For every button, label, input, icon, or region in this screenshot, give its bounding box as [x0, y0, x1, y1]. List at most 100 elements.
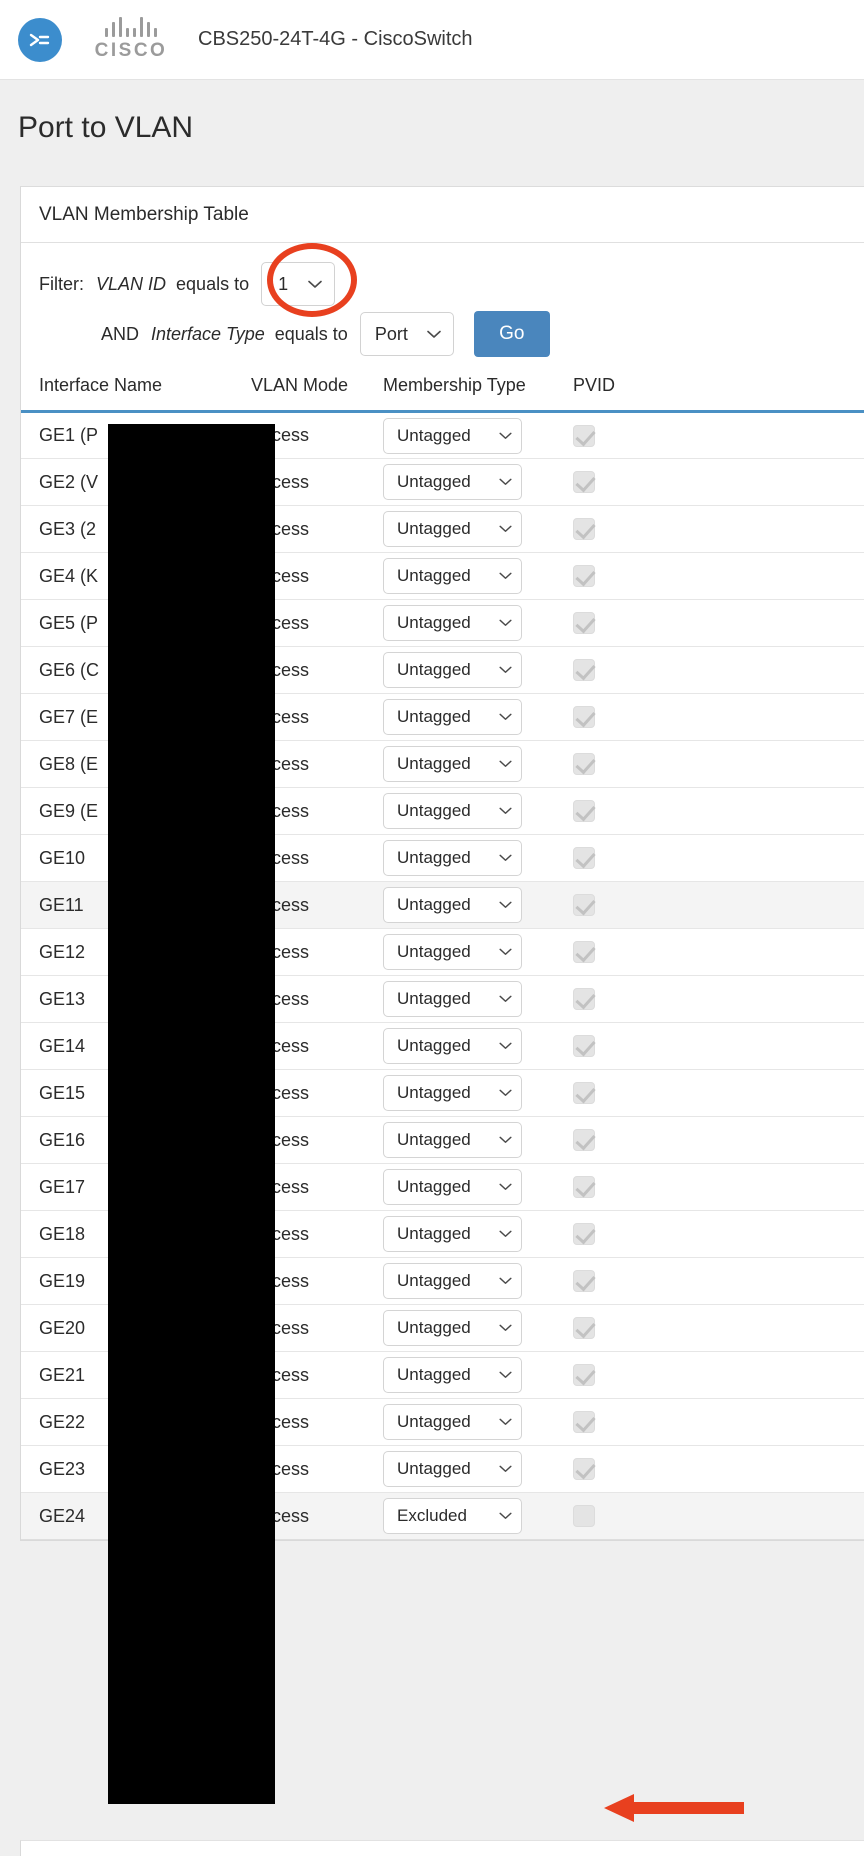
chevron-down-icon: [499, 525, 512, 533]
membership-type-select[interactable]: Untagged: [383, 887, 522, 923]
pvid-checkbox[interactable]: [573, 518, 595, 541]
cell-pvid: [573, 1351, 693, 1399]
cell-pvid: [573, 411, 693, 459]
cell-pvid: [573, 881, 693, 929]
membership-type-select[interactable]: Excluded: [383, 1498, 522, 1534]
membership-type-select[interactable]: Untagged: [383, 1404, 522, 1440]
filter-area: Filter: VLAN ID equals to 1 AND Interfac…: [21, 243, 864, 367]
membership-type-select[interactable]: Untagged: [383, 934, 522, 970]
pvid-checkbox[interactable]: [573, 1505, 595, 1528]
column-header-vlan-mode: VLAN Mode: [251, 367, 383, 413]
chevron-down-icon: [308, 280, 322, 289]
membership-type-select[interactable]: Untagged: [383, 840, 522, 876]
chevron-down-icon: [499, 1465, 512, 1473]
membership-type-select[interactable]: Untagged: [383, 464, 522, 500]
filter-row-vlan-id: Filter: VLAN ID equals to 1: [39, 261, 864, 307]
membership-type-value: Untagged: [397, 1412, 471, 1431]
pvid-checkbox[interactable]: [573, 1411, 595, 1434]
membership-type-value: Untagged: [397, 1271, 471, 1290]
membership-type-select[interactable]: Untagged: [383, 558, 522, 594]
membership-type-value: Untagged: [397, 660, 471, 679]
card-footer-strip: [20, 1840, 864, 1856]
pvid-checkbox[interactable]: [573, 612, 595, 635]
membership-type-select[interactable]: Untagged: [383, 746, 522, 782]
cell-spacer: [693, 1022, 864, 1070]
membership-type-select[interactable]: Untagged: [383, 1075, 522, 1111]
cell-membership-type: Untagged: [383, 505, 573, 553]
membership-type-select[interactable]: Untagged: [383, 1028, 522, 1064]
page-header: Port to VLAN: [0, 80, 864, 176]
pvid-checkbox[interactable]: [573, 565, 595, 588]
cell-spacer: [693, 693, 864, 741]
cell-pvid: [573, 1445, 693, 1493]
filter-label: Filter:: [39, 273, 84, 294]
cell-membership-type: Untagged: [383, 1163, 573, 1211]
pvid-checkbox[interactable]: [573, 1035, 595, 1058]
pvid-checkbox[interactable]: [573, 753, 595, 776]
pvid-checkbox[interactable]: [573, 1270, 595, 1293]
cell-spacer: [693, 975, 864, 1023]
cell-membership-type: Excluded: [383, 1492, 573, 1540]
pvid-checkbox[interactable]: [573, 659, 595, 682]
cell-membership-type: Untagged: [383, 1116, 573, 1164]
pvid-checkbox[interactable]: [573, 1129, 595, 1152]
cell-membership-type: Untagged: [383, 1445, 573, 1493]
membership-type-select[interactable]: Untagged: [383, 652, 522, 688]
membership-type-select[interactable]: Untagged: [383, 511, 522, 547]
chevron-down-icon: [499, 854, 512, 862]
cell-spacer: [693, 928, 864, 976]
cell-spacer: [693, 1257, 864, 1305]
cell-membership-type: Untagged: [383, 1210, 573, 1258]
pvid-checkbox[interactable]: [573, 706, 595, 729]
membership-type-select[interactable]: Untagged: [383, 417, 522, 454]
pvid-checkbox[interactable]: [573, 1317, 595, 1340]
cell-membership-type: Untagged: [383, 458, 573, 506]
pvid-checkbox[interactable]: [573, 988, 595, 1011]
go-button[interactable]: Go: [473, 311, 550, 357]
cell-spacer: [693, 458, 864, 506]
cell-pvid: [573, 1022, 693, 1070]
pvid-checkbox[interactable]: [573, 1364, 595, 1387]
cell-spacer: [693, 1163, 864, 1211]
filter-row-interface-type: AND Interface Type equals to Port Go: [39, 311, 864, 357]
chevron-down-icon: [499, 1324, 512, 1332]
chevron-down-icon: [499, 1136, 512, 1144]
membership-type-select[interactable]: Untagged: [383, 1310, 522, 1346]
membership-type-select[interactable]: Untagged: [383, 981, 522, 1017]
cell-spacer: [693, 1210, 864, 1258]
cell-spacer: [693, 1398, 864, 1446]
interface-type-select[interactable]: Port: [359, 312, 454, 356]
switch-arrows-icon: [18, 17, 62, 62]
membership-type-select[interactable]: Untagged: [383, 1169, 522, 1205]
pvid-checkbox[interactable]: [573, 1082, 595, 1105]
cell-membership-type: Untagged: [383, 1022, 573, 1070]
chevron-down-icon: [499, 1089, 512, 1097]
pvid-checkbox[interactable]: [573, 847, 595, 870]
chevron-down-icon: [499, 432, 512, 440]
chevron-down-icon: [499, 948, 512, 956]
membership-type-select[interactable]: Untagged: [383, 1451, 522, 1487]
membership-type-value: Untagged: [397, 1318, 471, 1337]
cell-membership-type: Untagged: [383, 787, 573, 835]
membership-type-select[interactable]: Untagged: [383, 793, 522, 829]
equals-to-label-2: equals to: [274, 323, 348, 344]
membership-type-select[interactable]: Untagged: [383, 1216, 522, 1252]
pvid-checkbox[interactable]: [573, 471, 595, 494]
cell-spacer: [693, 1116, 864, 1164]
pvid-checkbox[interactable]: [573, 1458, 595, 1481]
membership-type-select[interactable]: Untagged: [383, 605, 522, 641]
vlan-id-select[interactable]: 1: [261, 262, 336, 306]
pvid-checkbox[interactable]: [573, 1176, 595, 1199]
pvid-checkbox[interactable]: [573, 941, 595, 964]
annotation-arrow-pvid: [604, 1792, 744, 1824]
pvid-checkbox[interactable]: [573, 800, 595, 823]
cell-pvid: [573, 599, 693, 647]
pvid-checkbox[interactable]: [573, 1223, 595, 1246]
pvid-checkbox[interactable]: [573, 424, 595, 447]
membership-type-select[interactable]: Untagged: [383, 699, 522, 735]
cell-pvid: [573, 458, 693, 506]
pvid-checkbox[interactable]: [573, 894, 595, 917]
membership-type-select[interactable]: Untagged: [383, 1263, 522, 1299]
membership-type-select[interactable]: Untagged: [383, 1122, 522, 1158]
membership-type-select[interactable]: Untagged: [383, 1357, 522, 1393]
